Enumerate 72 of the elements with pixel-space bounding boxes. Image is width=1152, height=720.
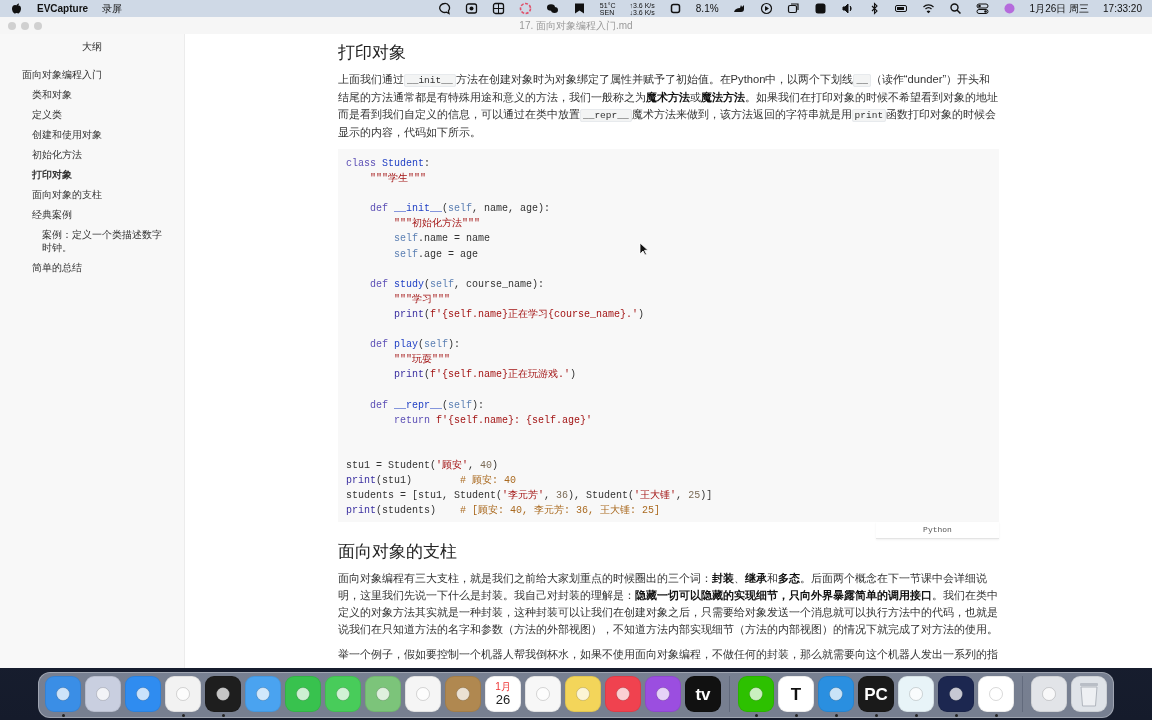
running-indicator — [834, 714, 838, 717]
code-line: class Student: — [346, 157, 431, 171]
section-heading: 面向对象的支柱 — [338, 541, 458, 564]
grid-icon[interactable] — [491, 2, 505, 15]
running-indicator — [181, 714, 185, 717]
menu-item[interactable]: 录屏 — [102, 0, 123, 17]
code-line: print(f'{self.name}正在玩游戏.') — [393, 368, 577, 383]
camera-icon[interactable] — [464, 2, 478, 15]
control-center-icon[interactable] — [975, 2, 989, 15]
calendar-icon[interactable]: 1月 26 — [485, 676, 521, 712]
running-indicator — [794, 714, 798, 717]
paragraph: 面向对象编程有三大支柱，就是我们之前给大家划重点的时候圈出的三个词：封装、继承和多态。后面两个概念在下一节课中会详细说明，这里我们先说一下什么是封装。我自己对封装的理解是：隐藏一切可以隐藏的实现细节，只向外界暴露简单的调用接口。我们在类中定义的对象方法其实就是一种封装，这种封装可以让我们在创建对象之后，只需要给对象发送一个消息就可以执行方法中的代码，也就是说我们在只知道方法的名字和参数（方法的外部视图），不知道方法内部实现细节（方法的内部视图）的情况下就完成了对方法的使用。 — [338, 571, 999, 638]
app-icon[interactable] — [205, 676, 241, 712]
outline-item[interactable]: 面向对象编程入门 — [0, 64, 184, 84]
menu-clock[interactable]: 17:33:20 — [1103, 0, 1142, 17]
section-heading: 打印对象 — [338, 42, 407, 64]
code-line: """玩耍""" — [393, 353, 450, 368]
running-indicator — [914, 714, 918, 717]
app-menu[interactable]: EVCapture — [37, 0, 89, 17]
code-line: self.name = name — [393, 232, 491, 247]
siri-icon[interactable] — [1002, 2, 1016, 15]
language-label[interactable]: Python — [876, 522, 999, 540]
running-indicator — [994, 714, 998, 717]
app-icon[interactable]: T — [778, 676, 814, 712]
play-circle-icon[interactable] — [759, 2, 773, 15]
running-indicator — [874, 714, 878, 717]
code-line: print(students) # [顾安: 40, 李元芳: 36, 王大锤: 25] — [346, 503, 661, 519]
outline-item[interactable]: 案例：定义一个类描述数字时钟。 — [0, 224, 184, 257]
outline-item[interactable]: 定义类 — [0, 104, 184, 124]
outline-item[interactable]: 简单的总结 — [0, 257, 184, 277]
wifi-icon[interactable] — [921, 2, 935, 15]
code-line: def __repr__(self): — [369, 398, 485, 413]
code-line: def play(self): — [369, 338, 461, 353]
code-line: stu1 = Student('顾安', 40) — [346, 458, 499, 473]
code-line: self.age = age — [393, 247, 479, 262]
apple-icon[interactable] — [10, 2, 23, 15]
outline-item[interactable]: 类和对象 — [0, 84, 184, 104]
app-icon[interactable]: tv — [685, 676, 721, 712]
outline-item[interactable]: 打印对象 — [0, 164, 184, 184]
code-line: """学习""" — [393, 292, 450, 307]
app-icon[interactable]: PC — [858, 676, 894, 712]
volume-icon[interactable] — [840, 2, 854, 15]
code-line: def study(self, course_name): — [369, 277, 545, 292]
cursor-icon — [639, 242, 649, 256]
running-indicator — [954, 714, 958, 717]
search-icon[interactable] — [948, 2, 962, 15]
outline-item[interactable]: 面向对象的支柱 — [0, 184, 184, 204]
running-indicator — [61, 714, 65, 717]
app-icon[interactable] — [938, 676, 974, 712]
code-line: """学生""" — [369, 172, 426, 187]
running-indicator — [221, 714, 225, 717]
paragraph: 上面我们通过 __init__ 方法在创建对象时为对象绑定了属性并赋予了初始值。在Python中，以两个下划线 __ （读作“dunder”）开头和结尾的方法通常都是有特殊用途和意义的方法，我们一般称之为魔术方法或魔法方法。如果我们在打印对象的时候不希望看到对象的地址而是看到我们自定义的信息，可以通过在类中放置 __repr__ 魔术方法来做到，该方法返回的字符串就是用 print 函数打印对象的时候会显示的内容，代码如下所示。 — [338, 72, 999, 140]
code-line: print(stu1) # 顾安: 40 — [346, 473, 517, 488]
paragraph: 举一个例子，假如要控制一个机器人帮我倒杯水，如果不使用面向对象编程，不做任何的封装，那么就需要向这个机器人发出一系列的指 — [338, 647, 999, 663]
outline-title: 大纲 — [81, 40, 103, 54]
window-title: 17. 面向对象编程入门.md — [519, 18, 633, 33]
code-line: """初始化方法""" — [393, 216, 480, 232]
bookmark-icon[interactable] — [572, 2, 586, 15]
battery-icon[interactable] — [894, 2, 908, 15]
code-line: def __init__(self, name, age): — [369, 202, 551, 217]
outline-item[interactable]: 初始化方法 — [0, 144, 184, 164]
running-indicator — [754, 714, 758, 717]
cpu-usage: 8.1% — [695, 2, 719, 16]
outline-item[interactable]: 经典案例 — [0, 204, 184, 224]
code-line: return f'{self.name}: {self.age}' — [393, 413, 593, 428]
outline-item[interactable]: 创建和使用对象 — [0, 124, 184, 144]
code-line: students = [stu1, Student('李元芳', 36), Student('王大锤', 25)] — [346, 488, 713, 504]
code-line: print(f'{self.name}正在学习{course_name}.') — [393, 307, 645, 322]
windows-icon[interactable] — [786, 2, 800, 15]
chat-bubble-icon[interactable] — [437, 2, 451, 15]
trash-icon[interactable] — [1071, 676, 1107, 712]
menu-date[interactable]: 1月26日 周三 — [1029, 0, 1090, 17]
